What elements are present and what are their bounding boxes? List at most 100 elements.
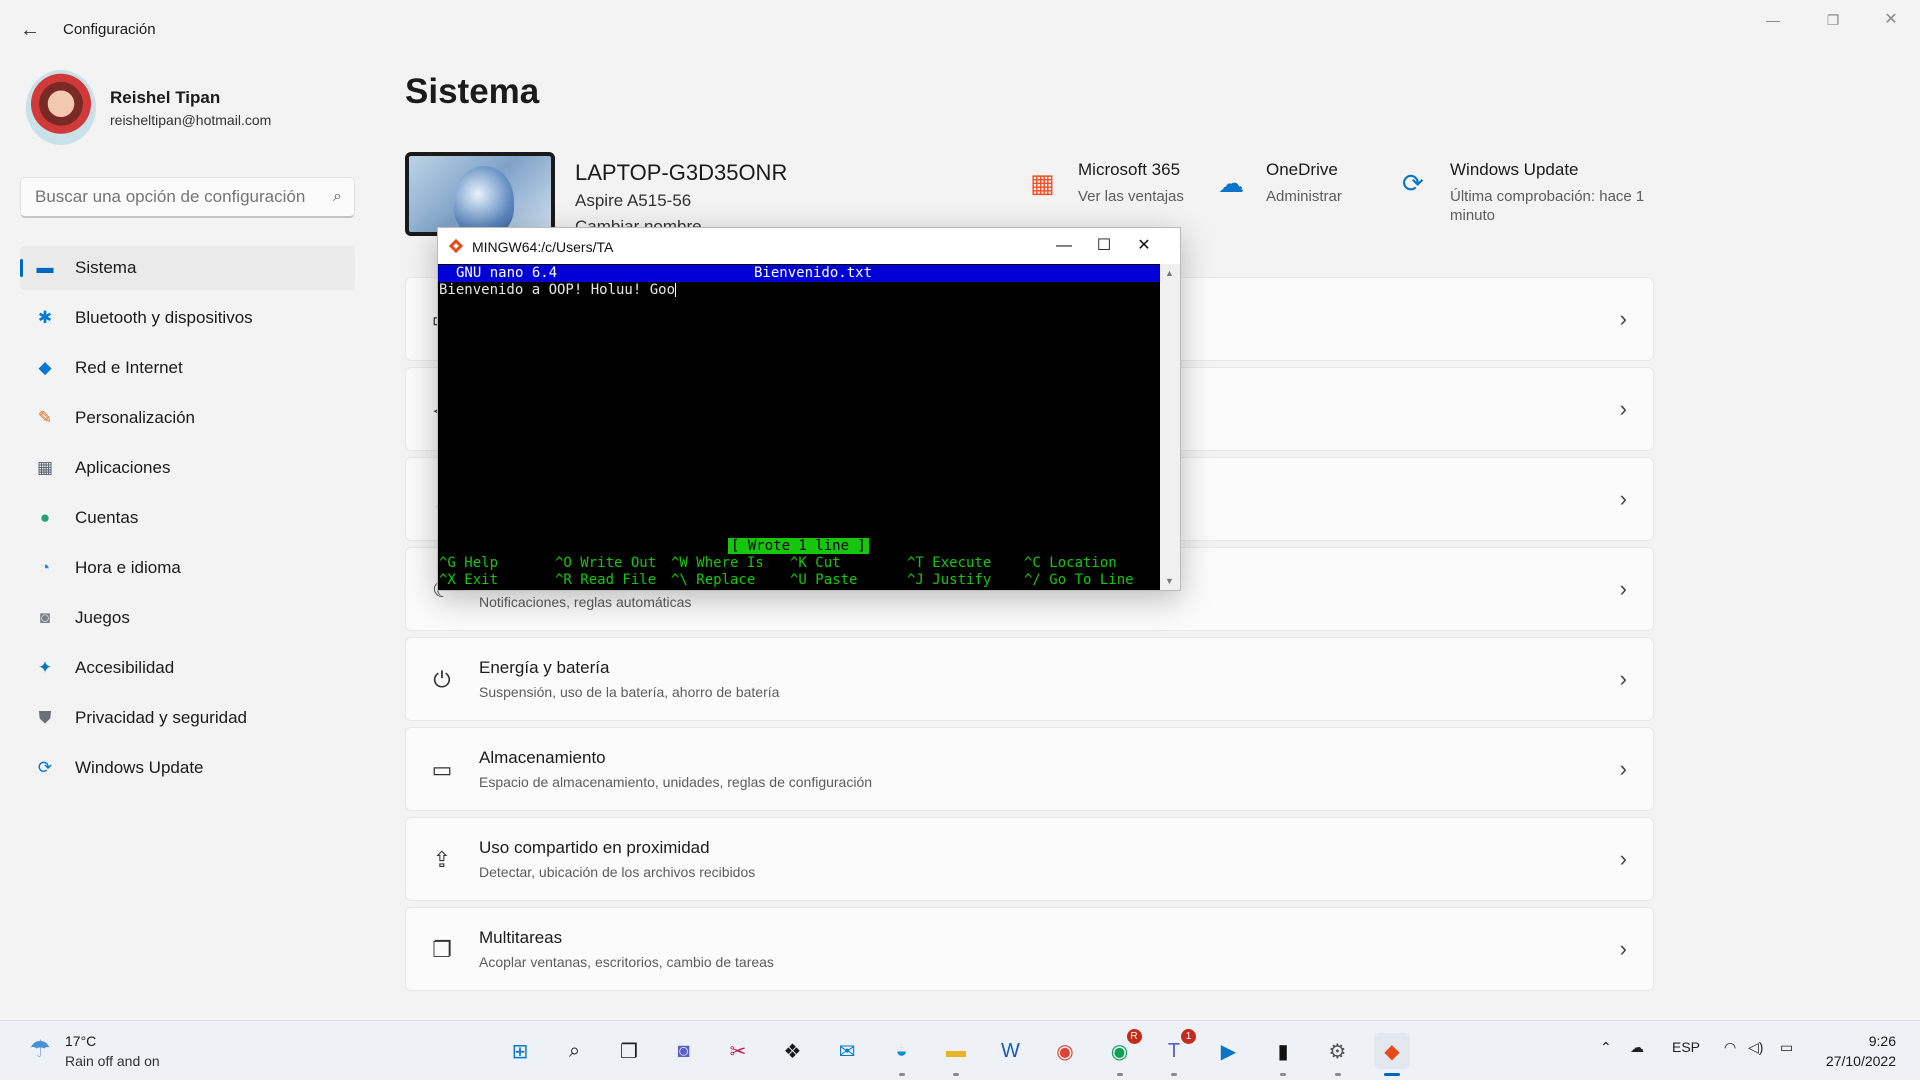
- app-glyph: ✉: [838, 1040, 856, 1063]
- microsoft-365-tile[interactable]: Microsoft 365 Ver las ventajas: [1078, 160, 1228, 206]
- sidebar-item-0[interactable]: ▬ Sistema: [20, 246, 355, 290]
- search-box[interactable]: ⌕: [20, 177, 355, 218]
- windows-update-tile[interactable]: Windows Update Última comprobación: hace …: [1450, 160, 1670, 225]
- sidebar-item-3[interactable]: ✎ Personalización: [20, 396, 355, 440]
- chevron-right-icon: ›: [1619, 396, 1627, 421]
- app-glyph: ▬: [946, 1039, 966, 1062]
- mail-icon[interactable]: ✉: [829, 1033, 865, 1069]
- scroll-down-icon[interactable]: ▼: [1165, 576, 1174, 586]
- chrome-profile-icon[interactable]: ◉ R: [1102, 1029, 1142, 1076]
- windows-update-icon[interactable]: ⟳: [1402, 168, 1424, 199]
- terminal-window[interactable]: MINGW64:/c/Users/TA — ☐ ✕ GNU nano 6.4 B…: [437, 227, 1181, 591]
- app-glyph: ◉: [1056, 1040, 1074, 1063]
- terminal-body[interactable]: GNU nano 6.4 Bienvenido.txt Bienvenido a…: [438, 264, 1160, 590]
- avatar[interactable]: [26, 70, 96, 145]
- nano-shortcut: ^C Location: [1024, 555, 1117, 571]
- card-icon: ⏻: [433, 667, 451, 692]
- edge-icon[interactable]: ◒: [884, 1033, 920, 1076]
- clock-date[interactable]: 27/10/2022: [1818, 1053, 1896, 1069]
- task-view-icon[interactable]: ❐: [611, 1033, 647, 1069]
- sidebar-item-1[interactable]: ✱ Bluetooth y dispositivos: [20, 296, 355, 340]
- device-wallpaper-thumbnail: [405, 152, 555, 236]
- battery-icon[interactable]: ▭: [1780, 1039, 1793, 1056]
- settings-card-7[interactable]: ❐ Multitareas Acoplar ventanas, escritorio…: [405, 907, 1654, 991]
- device-name: LAPTOP-G3D35ONR: [575, 160, 788, 185]
- file-explorer-icon[interactable]: ▬: [938, 1033, 974, 1076]
- sidebar-item-6[interactable]: ◔ Hora e idioma: [20, 546, 355, 590]
- language-indicator[interactable]: ESP: [1672, 1039, 1700, 1055]
- chevron-right-icon: ›: [1619, 666, 1627, 691]
- settings-card-4[interactable]: ⏻ Energía y batería Suspensión, uso de la …: [405, 637, 1654, 721]
- weather-temperature[interactable]: 17°C: [65, 1033, 96, 1049]
- app-glyph: T: [1167, 1039, 1181, 1062]
- sidebar-item-5[interactable]: ● Cuentas: [20, 496, 355, 540]
- sidebar-item-8[interactable]: ✦ Accesibilidad: [20, 646, 355, 690]
- close-button[interactable]: ✕: [1868, 8, 1914, 32]
- running-indicator: [898, 1073, 905, 1076]
- settings-card-5[interactable]: ▭ Almacenamiento Espacio de almacenamiento…: [405, 727, 1654, 811]
- sidebar-item-icon: ✱: [37, 308, 53, 327]
- microsoft-365-icon[interactable]: ▦: [1030, 168, 1055, 199]
- sidebar-item-7[interactable]: ◙ Juegos: [20, 596, 355, 640]
- chevron-right-icon: ›: [1619, 486, 1627, 511]
- onedrive-tray-icon[interactable]: ☁: [1630, 1039, 1644, 1056]
- app-glyph: ❖: [783, 1040, 802, 1063]
- search-icon[interactable]: ⌕: [557, 1033, 593, 1069]
- app-glyph: ◙: [677, 1039, 690, 1062]
- media-player-icon[interactable]: ▶: [1211, 1033, 1247, 1069]
- git-bash-icon: [448, 238, 464, 254]
- weather-icon[interactable]: ☂: [24, 1035, 56, 1067]
- terminal-maximize-button[interactable]: ☐: [1084, 234, 1124, 258]
- word-icon[interactable]: W: [993, 1033, 1029, 1069]
- nano-shortcut: ^J Justify: [907, 572, 992, 588]
- nano-header: GNU nano 6.4 Bienvenido.txt: [438, 265, 1160, 282]
- scroll-up-icon[interactable]: ▲: [1165, 268, 1174, 278]
- terminal-minimize-button[interactable]: —: [1044, 234, 1084, 258]
- app-glyph: ◒: [895, 1039, 908, 1062]
- terminal-title-bar[interactable]: MINGW64:/c/Users/TA — ☐ ✕: [438, 228, 1180, 264]
- teams-icon[interactable]: T1: [1156, 1029, 1196, 1076]
- restore-button[interactable]: ❐: [1810, 8, 1856, 32]
- settings-icon[interactable]: ⚙: [1320, 1033, 1356, 1076]
- sidebar-item-10[interactable]: ⟳ Windows Update: [20, 746, 355, 790]
- sidebar-item-icon: ◔: [39, 558, 51, 577]
- sidebar-item-icon: ✎: [37, 408, 53, 427]
- running-indicator: [953, 1073, 959, 1076]
- chrome-icon[interactable]: ◉: [1047, 1033, 1083, 1069]
- sidebar-item-9[interactable]: ⛊ Privacidad y seguridad: [20, 696, 355, 740]
- nano-editor-text[interactable]: Bienvenido a OOP! Holuu! Goo: [439, 282, 677, 298]
- back-arrow-icon[interactable]: ←: [14, 14, 46, 46]
- onedrive-tile[interactable]: OneDrive Administrar: [1266, 160, 1416, 206]
- card-title: Almacenamiento: [479, 748, 606, 767]
- sidebar-item-label: Aplicaciones: [75, 458, 171, 477]
- search-input[interactable]: [35, 187, 315, 207]
- notification-badge: 1: [1181, 1029, 1196, 1044]
- app-glyph: ⊞: [511, 1040, 529, 1063]
- sidebar-item-2[interactable]: ◆ Red e Internet: [20, 346, 355, 390]
- terminal-scrollbar[interactable]: ▲ ▼: [1160, 264, 1180, 590]
- running-indicator: [1384, 1073, 1400, 1076]
- terminal-icon[interactable]: ▮: [1265, 1033, 1301, 1076]
- dropbox-icon[interactable]: ❖: [775, 1033, 811, 1069]
- start-icon[interactable]: ⊞: [502, 1033, 538, 1069]
- terminal-title: MINGW64:/c/Users/TA: [472, 239, 614, 255]
- chat-icon[interactable]: ◙: [666, 1033, 702, 1069]
- tray-overflow-icon[interactable]: ⌃: [1600, 1039, 1612, 1056]
- volume-icon[interactable]: ◁): [1748, 1039, 1763, 1056]
- sidebar-item-label: Hora e idioma: [75, 558, 181, 577]
- clock-time[interactable]: 9:26: [1860, 1033, 1896, 1049]
- settings-card-6[interactable]: ⇪ Uso compartido en proximidad Detectar, u…: [405, 817, 1654, 901]
- running-indicator: [1334, 1073, 1341, 1076]
- weather-description[interactable]: Rain off and on: [65, 1053, 160, 1069]
- snipping-tool-icon[interactable]: ✂: [720, 1033, 756, 1069]
- sidebar-item-4[interactable]: ▦ Aplicaciones: [20, 446, 355, 490]
- sidebar-item-label: Cuentas: [75, 508, 139, 527]
- card-icon: ▭: [431, 757, 453, 782]
- git-bash-icon[interactable]: ◆: [1374, 1033, 1410, 1076]
- wifi-icon[interactable]: ◠: [1724, 1039, 1736, 1056]
- onedrive-icon[interactable]: ☁: [1218, 168, 1244, 199]
- search-icon[interactable]: ⌕: [333, 188, 342, 206]
- nano-shortcut: ^G Help: [439, 555, 499, 571]
- terminal-close-button[interactable]: ✕: [1124, 234, 1164, 258]
- minimize-button[interactable]: —: [1750, 8, 1796, 32]
